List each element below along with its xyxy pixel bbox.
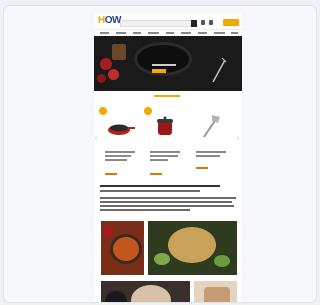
red-skillet-image: [108, 124, 135, 135]
cart-button[interactable]: [223, 19, 239, 26]
nav-item[interactable]: [214, 32, 225, 34]
food-prep-photo[interactable]: [194, 281, 237, 302]
article-text: [100, 190, 200, 192]
tomato-image: [97, 74, 106, 83]
tomato-image: [108, 69, 119, 80]
pan-cooking-photo[interactable]: [101, 281, 190, 302]
fork-icon: [212, 57, 227, 83]
site-logo[interactable]: HOW: [98, 16, 121, 26]
product-title: [150, 155, 178, 157]
jar-image: [112, 44, 126, 60]
red-dish-photo[interactable]: [101, 221, 144, 275]
preview-card: HOW ‹ ›: [3, 5, 317, 303]
product-title: [105, 159, 127, 161]
webpage-preview[interactable]: HOW ‹ ›: [94, 13, 242, 302]
site-header: HOW: [94, 13, 242, 35]
product-card[interactable]: [99, 107, 141, 179]
search-icon[interactable]: [191, 20, 197, 27]
nav-item[interactable]: [181, 32, 191, 34]
user-icon[interactable]: [209, 20, 213, 25]
main-nav: [94, 29, 242, 36]
article-text: [100, 197, 236, 199]
product-title: [105, 155, 131, 157]
logo-letter: O: [104, 15, 113, 26]
article-text: [100, 209, 190, 211]
nav-item[interactable]: [231, 32, 238, 34]
heart-icon[interactable]: [201, 20, 205, 25]
nav-item[interactable]: [133, 32, 141, 34]
nav-item[interactable]: [166, 32, 174, 34]
nav-item[interactable]: [116, 32, 126, 34]
product-card[interactable]: [144, 107, 186, 179]
product-price: [196, 167, 208, 169]
pasta-server-image: [203, 115, 220, 138]
article-text: [100, 201, 232, 203]
chevron-right-icon[interactable]: ›: [237, 136, 241, 142]
product-title: [150, 159, 168, 161]
product-title: [105, 151, 135, 153]
article-heading: [100, 185, 220, 187]
article-text: [100, 205, 234, 207]
nav-item[interactable]: [148, 32, 159, 34]
red-cocotte-image: [157, 116, 173, 135]
search-input[interactable]: [120, 20, 192, 27]
product-title: [150, 151, 180, 153]
nav-item[interactable]: [100, 32, 109, 34]
hero-cta-button[interactable]: [152, 69, 166, 73]
nav-item[interactable]: [198, 32, 207, 34]
product-price: [150, 173, 162, 175]
product-card[interactable]: [190, 107, 232, 179]
product-title: [196, 155, 220, 157]
hero-headline: [152, 64, 176, 66]
product-title: [196, 151, 226, 153]
roast-chicken-photo[interactable]: [148, 221, 237, 275]
product-price: [105, 173, 117, 175]
logo-letter: H: [98, 15, 105, 26]
section-heading: [154, 95, 180, 97]
hero-banner[interactable]: [94, 36, 242, 91]
tomato-image: [100, 58, 112, 70]
